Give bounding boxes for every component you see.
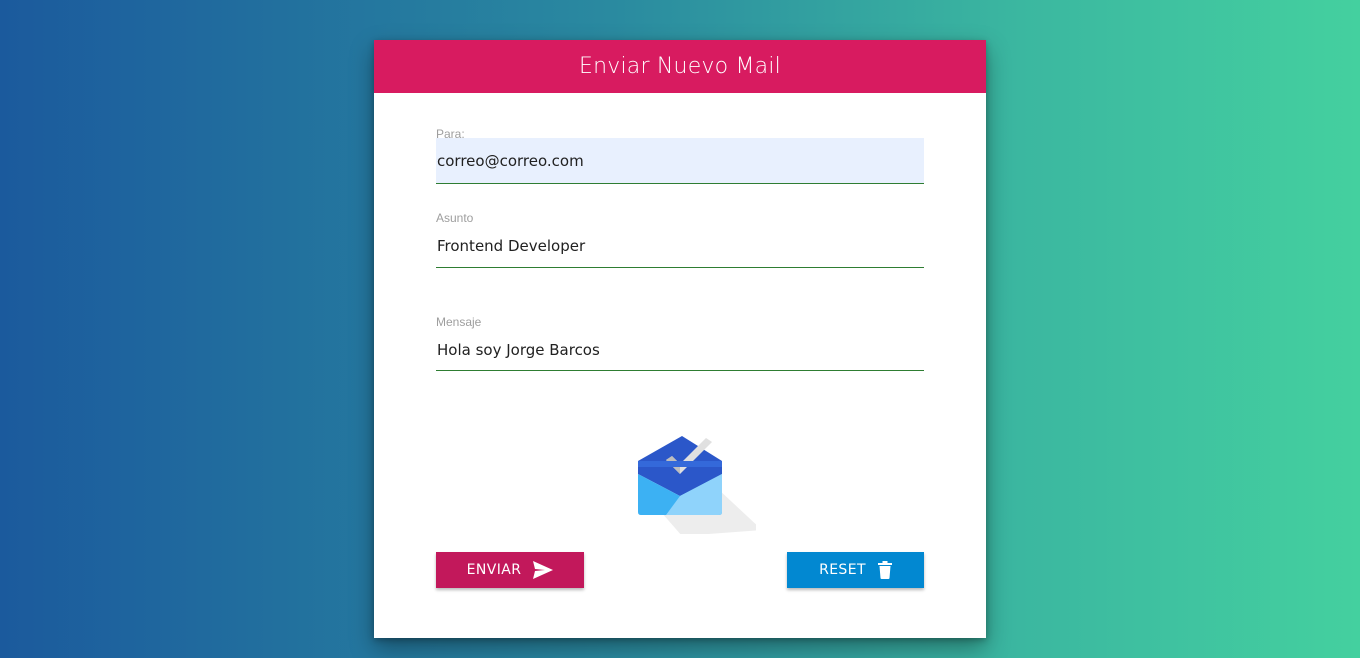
reset-button[interactable]: RESET	[787, 552, 924, 588]
message-input[interactable]	[436, 329, 924, 371]
send-icon	[533, 561, 554, 579]
to-field: Para:	[436, 127, 924, 184]
send-mail-card: Enviar Nuevo Mail Para: Asunto Mensaje E	[374, 40, 986, 638]
card-header: Enviar Nuevo Mail	[374, 40, 986, 93]
message-field: Mensaje	[436, 315, 924, 371]
to-input[interactable]	[436, 138, 924, 184]
reset-button-label: RESET	[819, 562, 866, 578]
card-title: Enviar Nuevo Mail	[579, 54, 781, 79]
subject-label: Asunto	[436, 211, 474, 225]
send-button[interactable]: ENVIAR	[436, 552, 584, 588]
subject-field: Asunto	[436, 211, 924, 268]
message-label: Mensaje	[436, 315, 482, 329]
send-button-label: ENVIAR	[466, 562, 522, 578]
inbox-mail-icon	[636, 434, 762, 536]
delete-icon	[877, 561, 892, 579]
subject-input[interactable]	[436, 225, 924, 268]
